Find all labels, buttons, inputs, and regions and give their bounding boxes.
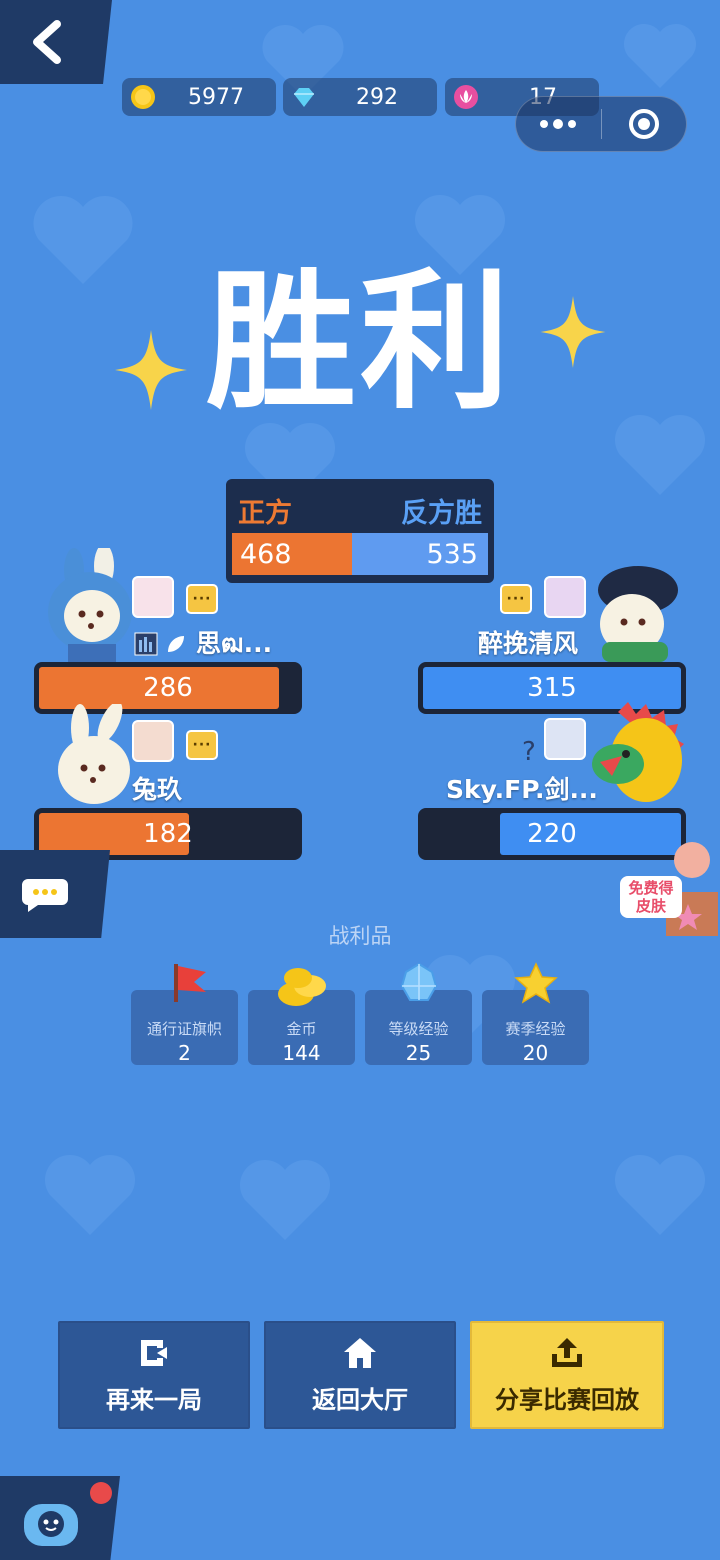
share-upload-icon [552, 1337, 582, 1367]
svg-text:?: ? [522, 737, 536, 766]
player-avatar[interactable] [544, 718, 586, 760]
gold-star-icon [514, 962, 558, 1004]
diamond-icon [294, 88, 314, 107]
sparkle-left-icon [115, 330, 187, 410]
blue-star-icon [400, 962, 438, 1001]
team-score-bar: 468 535 [232, 533, 488, 575]
left-team-score: 468 [232, 533, 352, 575]
loot-count: 2 [178, 1041, 191, 1065]
gold-amount: 5977 [188, 84, 244, 110]
home-icon [344, 1337, 376, 1368]
victory-title: 胜利 [205, 256, 514, 430]
leaf-icon [168, 636, 184, 652]
dinosaur-character [592, 702, 684, 802]
more-dots-icon [540, 119, 577, 129]
loot-label: 等级经验 [388, 1020, 449, 1038]
rank-badge-icon [134, 632, 158, 656]
left-team-label: 正方 [238, 497, 292, 529]
right-team-label: 反方胜 [401, 497, 482, 529]
rabbit-mage-character [48, 548, 132, 662]
loot-count: 144 [282, 1041, 321, 1065]
player-avatar[interactable] [132, 720, 174, 762]
player-score: 220 [527, 819, 577, 849]
lotus-icon [454, 85, 478, 109]
robot-assistant-icon[interactable] [20, 1496, 82, 1548]
free-skin-line1: 免费得 [628, 879, 674, 897]
right-team-score: 535 [352, 533, 488, 575]
diamond-amount: 292 [356, 84, 398, 110]
player-name-left-2: 兔玖 [132, 775, 183, 804]
replay-icon [141, 1339, 167, 1366]
miniprogram-capsule [515, 96, 687, 152]
chat-indicator: ··· [500, 584, 532, 614]
loot-count: 25 [405, 1041, 432, 1065]
team-scoreboard: 正方 反方胜 468 535 [226, 479, 494, 583]
free-skin-badge[interactable]: 免费得 皮肤 [620, 876, 682, 918]
red-flag-icon [174, 964, 206, 1002]
currency-diamond: 292 [283, 78, 437, 116]
loot-count: 20 [522, 1041, 549, 1065]
sparkle-right-icon [540, 296, 606, 368]
currency-gold: 5977 [122, 78, 276, 116]
player-name-left-1: 思ฒ... [196, 629, 273, 658]
close-miniprogram-button[interactable] [602, 97, 687, 151]
return-lobby-button[interactable]: 返回大厅 [264, 1321, 456, 1429]
gold-coins-icon [278, 968, 326, 1006]
question-mark-icon: ? [522, 737, 536, 766]
share-replay-button[interactable]: 分享比赛回放 [470, 1321, 664, 1429]
back-button[interactable] [0, 0, 112, 84]
replay-label: 再来一局 [106, 1385, 202, 1414]
winter-rabbit-character [598, 566, 678, 662]
player-name-right-2: Sky.FP.剑... [446, 775, 598, 804]
chevron-left-icon [33, 20, 61, 64]
notification-dot [90, 1482, 112, 1504]
lobby-label: 返回大厅 [312, 1385, 408, 1414]
chat-indicator: ··· [186, 730, 218, 760]
player-avatar[interactable] [544, 576, 586, 618]
gold-coin-icon [131, 85, 155, 109]
loot-title: 战利品 [328, 924, 392, 948]
replay-button[interactable]: 再来一局 [58, 1321, 250, 1429]
share-label: 分享比赛回放 [495, 1385, 639, 1414]
free-skin-line2: 皮肤 [635, 897, 666, 915]
loot-label: 金币 [286, 1020, 317, 1038]
player-score-bar-right-2: 220 [418, 808, 686, 860]
target-icon [628, 109, 659, 139]
white-rabbit-character [58, 704, 130, 804]
chat-indicator: ··· [186, 584, 218, 614]
more-button[interactable] [516, 97, 601, 151]
loot-label: 通行证旗帜 [146, 1020, 222, 1038]
player-avatar[interactable] [132, 576, 174, 618]
loot-label: 赛季经验 [505, 1020, 566, 1038]
speech-bubble-icon [22, 879, 68, 912]
player-name-right-1: 醉挽清风 [478, 629, 579, 658]
